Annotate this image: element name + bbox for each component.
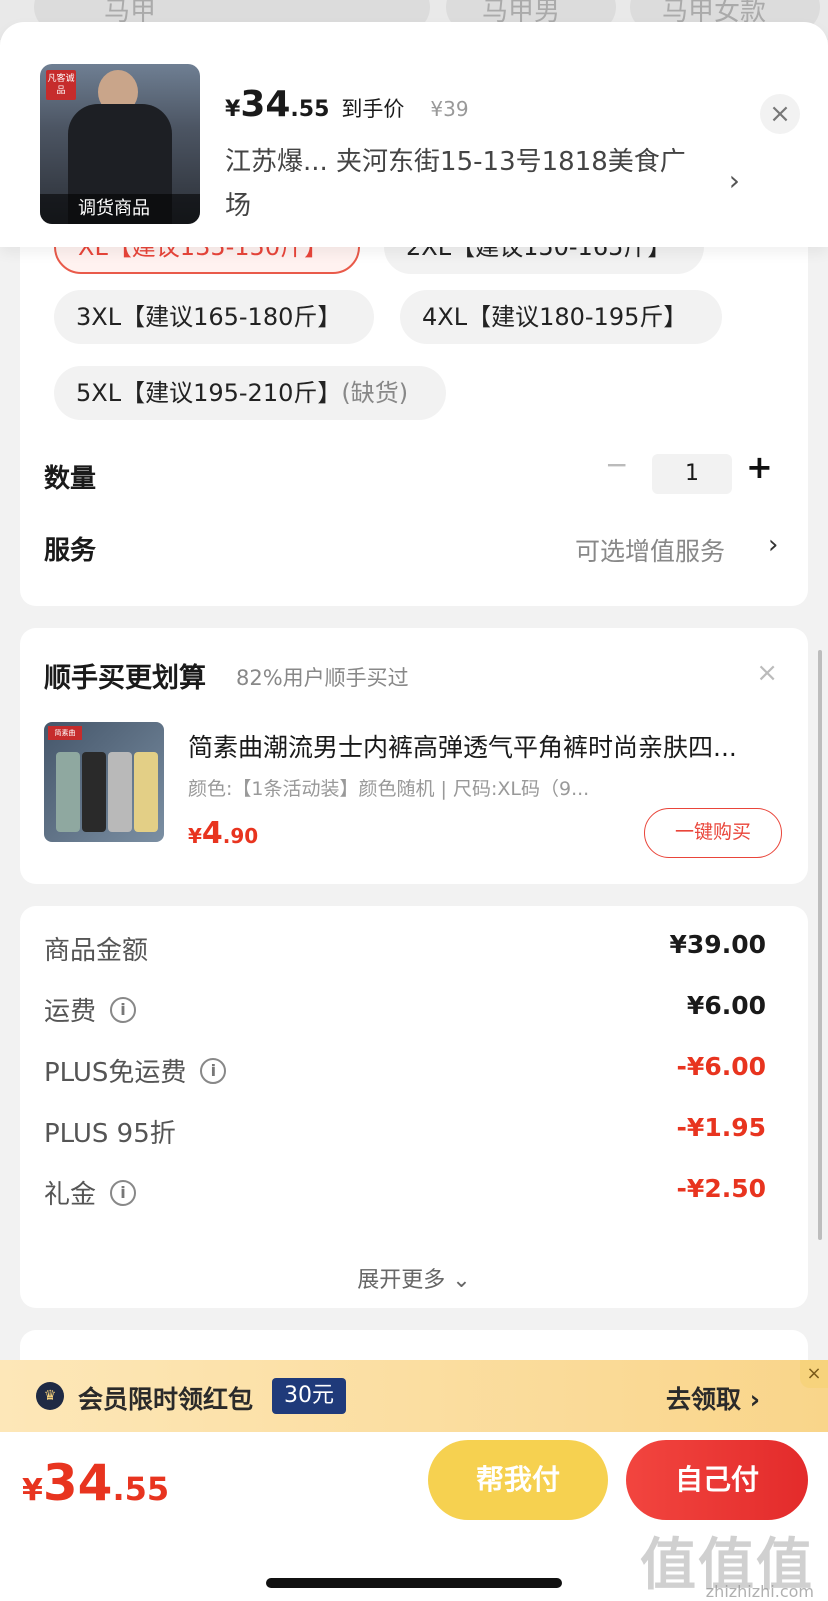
banner-badge: 30元	[272, 1378, 346, 1414]
final-price: ¥ 34 .55 到手价 ¥39	[225, 84, 469, 125]
price-detail-value: ¥6.00	[686, 991, 766, 1020]
out-of-stock-label: (缺货)	[341, 379, 409, 407]
quantity-label: 数量	[44, 464, 97, 494]
pay-myself-button[interactable]: 自己付	[626, 1440, 808, 1520]
chevron-right-icon[interactable]: ›	[768, 530, 778, 560]
expand-more-button[interactable]: 展开更多 ⌄	[20, 1262, 808, 1294]
price-detail-value: -¥6.00	[676, 1052, 766, 1081]
bundle-price: ¥ 4 .90	[188, 816, 259, 851]
price-detail-label: 运费	[44, 997, 97, 1027]
bundle-product-name[interactable]: 简素曲潮流男士内裤高弹透气平角裤时尚亲肤四...	[188, 728, 778, 764]
close-icon[interactable]: ×	[756, 658, 778, 688]
price-detail-row: PLUS 95折 -¥1.95	[44, 1113, 766, 1153]
info-icon[interactable]: i	[110, 1179, 137, 1206]
close-icon[interactable]: ×	[760, 94, 800, 134]
quantity-decrement-button[interactable]: −	[605, 448, 628, 481]
price-detail-row: 商品金额 ¥39.00	[44, 930, 766, 970]
bundle-subtitle: 82%用户顺手买过	[236, 666, 409, 690]
one-click-buy-button[interactable]: 一键购买	[644, 808, 782, 858]
bundle-card: 顺手买更划算 82%用户顺手买过 × 简素曲 简素曲潮流男士内裤高弹透气平角裤时…	[20, 628, 808, 884]
chevron-right-icon[interactable]: ›	[729, 164, 740, 197]
price-detail-row: PLUS免运费 i -¥6.00	[44, 1052, 766, 1092]
price-detail-label: 礼金	[44, 1180, 97, 1210]
close-icon[interactable]: ×	[800, 1360, 828, 1388]
size-option-label: 4XL【建议180-195斤】	[422, 303, 688, 331]
size-option-label: 5XL【建议195-210斤】	[76, 379, 342, 407]
service-label: 服务	[44, 536, 97, 566]
home-indicator[interactable]	[266, 1578, 562, 1588]
price-detail-value: -¥2.50	[676, 1174, 766, 1203]
checkout-bar: ¥ 34 .55 帮我付 自己付 值值值 zhizhizhi.com	[0, 1432, 828, 1601]
price-detail-card: 商品金额 ¥39.00 运费 i ¥6.00 PLUS免运费 i -¥6.00 PLUS 95折…	[20, 906, 808, 1308]
delivery-address[interactable]: 江苏爆... 夹河东街15-13号1818美食广场	[225, 140, 705, 228]
bundle-product-spec[interactable]: 颜色:【1条活动装】颜色随机 | 尺码:XL码（9...	[188, 774, 618, 801]
bundle-image-label: 简素曲	[48, 726, 82, 740]
price-detail-label: PLUS免运费	[44, 1058, 187, 1088]
price-detail-label: PLUS 95折	[44, 1119, 176, 1149]
price-detail-row: 运费 i ¥6.00	[44, 991, 766, 1031]
price-detail-label: 商品金额	[44, 936, 149, 966]
banner-text: 会员限时领红包	[78, 1385, 254, 1414]
price-detail-row: 礼金 i -¥2.50	[44, 1174, 766, 1214]
brand-logo: 凡客诚品	[46, 70, 76, 100]
service-selector[interactable]: 可选增值服务	[575, 532, 725, 568]
size-option-label: 3XL【建议165-180斤】	[76, 303, 342, 331]
original-price: ¥39	[430, 97, 469, 121]
size-option[interactable]: 3XL【建议165-180斤】	[54, 290, 374, 344]
price-detail-value: ¥39.00	[669, 930, 766, 959]
thumbnail-caption: 调货商品	[40, 194, 200, 224]
price-tag: 到手价	[341, 97, 405, 121]
size-option[interactable]: 5XL【建议195-210斤】(缺货)	[54, 366, 446, 420]
claim-button[interactable]: 去领取 ›	[666, 1380, 760, 1416]
info-icon[interactable]: i	[110, 996, 137, 1023]
product-header: 凡客诚品 调货商品 ¥ 34 .55 到手价 ¥39 江苏爆... 夹河东街15…	[0, 22, 828, 247]
bundle-title: 顺手买更划算	[44, 663, 206, 694]
member-banner[interactable]: ♛ 会员限时领红包 30元 去领取 › ×	[0, 1360, 828, 1432]
quantity-input[interactable]: 1	[652, 454, 732, 494]
info-icon[interactable]: i	[200, 1057, 227, 1084]
crown-icon: ♛	[36, 1382, 64, 1410]
total-price: ¥ 34 .55	[22, 1454, 170, 1512]
size-option[interactable]: 4XL【建议180-195斤】	[400, 290, 722, 344]
price-detail-value: -¥1.95	[676, 1113, 766, 1142]
help-me-pay-button[interactable]: 帮我付	[428, 1440, 608, 1520]
product-thumbnail[interactable]: 凡客诚品 调货商品	[40, 64, 200, 224]
watermark-url: zhizhizhi.com	[705, 1582, 814, 1601]
scrollbar[interactable]	[818, 650, 822, 1240]
quantity-increment-button[interactable]: +	[746, 448, 773, 486]
bundle-product-image[interactable]: 简素曲	[44, 722, 164, 842]
